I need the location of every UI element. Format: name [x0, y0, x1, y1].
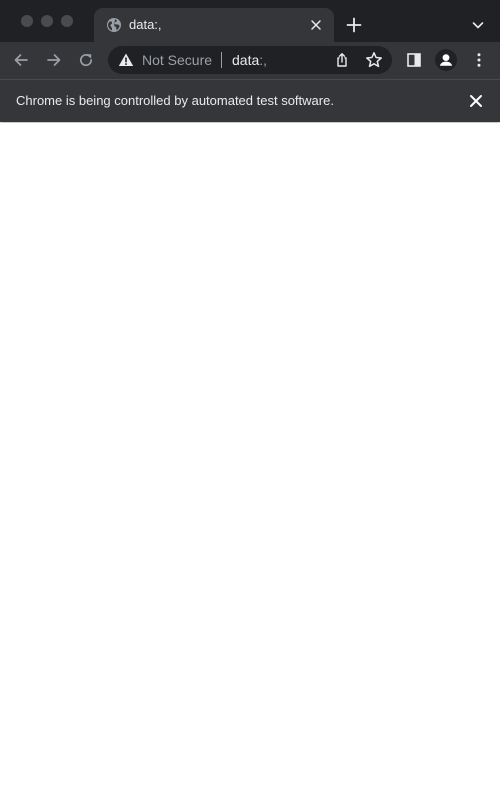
profile-button[interactable] — [435, 49, 457, 71]
arrow-left-icon[interactable] — [12, 51, 30, 69]
person-icon — [439, 54, 453, 66]
reload-icon[interactable] — [77, 51, 95, 69]
kebab-menu-icon[interactable] — [470, 51, 488, 69]
infobar-message: Chrome is being controlled by automated … — [16, 93, 334, 108]
page-content[interactable] — [0, 123, 500, 800]
close-icon[interactable] — [308, 17, 324, 33]
star-icon[interactable] — [365, 51, 383, 69]
security-separator — [221, 52, 222, 68]
tab-title: data:, — [129, 17, 162, 32]
security-status-label[interactable]: Not Secure — [142, 52, 212, 68]
warning-triangle-icon[interactable] — [118, 52, 134, 68]
window-close-button[interactable] — [21, 15, 33, 27]
tab-strip: data:, — [0, 0, 500, 42]
address-bar[interactable]: Not Secure data:, — [108, 46, 392, 74]
arrow-right-icon[interactable] — [45, 51, 63, 69]
side-panel-icon[interactable] — [405, 51, 423, 69]
automation-infobar: Chrome is being controlled by automated … — [0, 80, 500, 122]
share-icon[interactable] — [334, 52, 350, 68]
window-minimize-button[interactable] — [41, 15, 53, 27]
tab-active[interactable]: data:, — [94, 8, 334, 42]
plus-icon[interactable] — [345, 16, 363, 34]
window-zoom-button[interactable] — [61, 15, 73, 27]
url-rest: :, — [259, 52, 268, 68]
globe-icon — [106, 17, 122, 33]
toolbar: Not Secure data:, — [0, 42, 500, 80]
chevron-down-icon[interactable] — [470, 17, 486, 33]
close-icon[interactable] — [468, 93, 484, 109]
url-text[interactable]: data:, — [232, 52, 267, 68]
url-host: data — [232, 52, 260, 68]
browser-window: data:, Not Secure data:, Chrome is being… — [0, 0, 500, 800]
